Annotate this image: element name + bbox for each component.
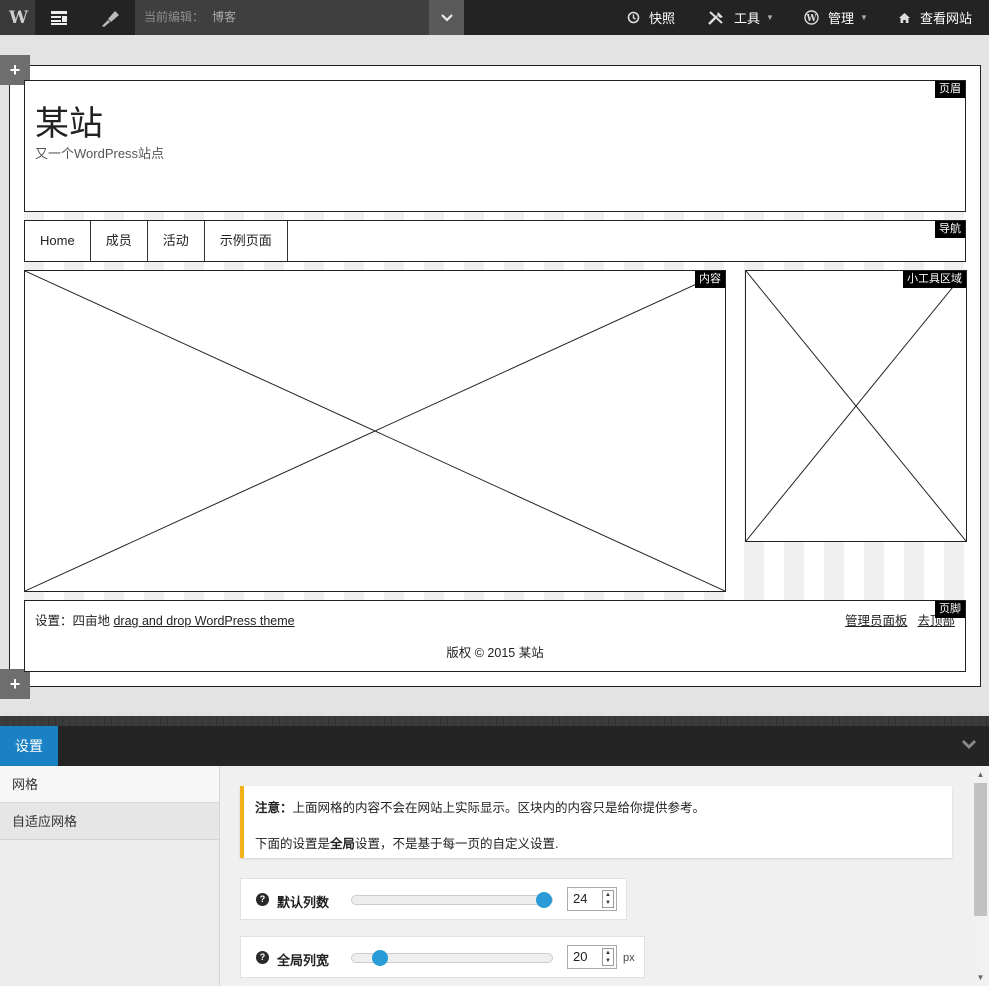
help-icon[interactable]: ? xyxy=(256,951,269,964)
nav-item-members[interactable]: 成员 xyxy=(91,221,148,261)
view-site-link[interactable]: 查看网站 xyxy=(898,0,972,35)
editing-value: 博客 xyxy=(212,10,237,24)
notice-bold-global: 全局 xyxy=(330,837,356,851)
add-wrapper-bottom-button[interactable]: + xyxy=(0,669,30,699)
widget-area-block-tag: 小工具区域 xyxy=(903,271,966,288)
snapshot-menu[interactable]: 快照 xyxy=(627,0,675,35)
svg-text:W: W xyxy=(805,14,817,24)
columns-number-input[interactable]: 24 ▲ ▼ xyxy=(567,887,617,911)
headway-logo-icon[interactable]: W xyxy=(0,0,35,35)
plus-icon: + xyxy=(9,60,21,80)
tools-menu[interactable]: 工具 ▼ xyxy=(707,0,774,35)
manage-menu[interactable]: W 管理 ▼ xyxy=(804,0,868,35)
current-editing-layout[interactable]: 当前编辑： 博客 xyxy=(135,0,429,35)
widget-area-block[interactable]: 小工具区域 xyxy=(745,270,967,542)
footer-block[interactable]: 设置：四亩地 drag and drop WordPress theme 管理员… xyxy=(24,600,966,672)
chevron-down-icon xyxy=(440,13,453,22)
top-toolbar: W 当前编辑： 博客 快照 工具 ▼ W 管理 ▼ 查看网站 xyxy=(0,0,989,35)
nav-item-sample-page[interactable]: 示例页面 xyxy=(205,221,288,261)
header-block[interactable]: 页眉 某站 又一个WordPress站点 xyxy=(24,80,966,212)
content-block[interactable]: 内容 xyxy=(24,270,726,592)
chevron-down-icon xyxy=(962,740,976,749)
slider-thumb[interactable] xyxy=(536,892,552,908)
number-spinner[interactable]: ▲ ▼ xyxy=(602,948,614,966)
scroll-up-arrow-icon[interactable]: ▲ xyxy=(972,766,989,783)
content-placeholder-cross xyxy=(25,271,725,591)
caret-down-icon: ▼ xyxy=(766,13,774,22)
column-width-slider[interactable] xyxy=(351,950,553,966)
panel-collapse-button[interactable] xyxy=(961,738,977,753)
notice-box: 注意：上面网格的内容不会在网站上实际显示。区块内的内容只是给你提供参考。 下面的… xyxy=(240,786,952,858)
unit-label: px xyxy=(623,952,635,964)
side-nav-item-responsive-grid[interactable]: 自适应网格 xyxy=(0,803,219,840)
view-site-label: 查看网站 xyxy=(920,11,973,26)
theme-link[interactable]: drag and drop WordPress theme xyxy=(113,614,294,628)
slider-thumb[interactable] xyxy=(372,950,388,966)
grid-layout-icon xyxy=(50,10,67,25)
snapshot-label: 快照 xyxy=(649,11,676,26)
help-icon[interactable]: ? xyxy=(256,893,269,906)
scroll-down-arrow-icon[interactable]: ▼ xyxy=(972,969,989,986)
setting-label: 默认列数 xyxy=(277,895,330,910)
notice-text-1: 上面网格的内容不会在网站上实际显示。区块内的内容只是给你提供参考。 xyxy=(292,801,706,815)
number-value: 20 xyxy=(573,949,588,964)
layout-selector-dropdown[interactable] xyxy=(429,0,464,35)
header-block-tag: 页眉 xyxy=(935,81,965,98)
site-title: 某站 xyxy=(35,104,103,144)
manage-label: 管理 xyxy=(828,11,855,26)
nav-item-events[interactable]: 活动 xyxy=(148,221,205,261)
side-nav-item-grid[interactable]: 网格 xyxy=(0,766,219,803)
navigation-block[interactable]: Home 成员 活动 示例页面 导航 xyxy=(24,220,966,262)
content-block-tag: 内容 xyxy=(695,271,725,288)
setting-column-width: ? 全局列宽 20 ▲ ▼ px xyxy=(240,936,645,978)
wordpress-icon: W xyxy=(804,10,819,25)
column-width-number-input[interactable]: 20 ▲ ▼ xyxy=(567,945,617,969)
plus-icon: + xyxy=(9,674,21,694)
tools-label: 工具 xyxy=(734,11,761,26)
setting-label: 全局列宽 xyxy=(277,953,330,968)
setting-default-columns: ? 默认列数 24 ▲ ▼ xyxy=(240,878,627,920)
tools-icon xyxy=(707,10,725,25)
history-icon xyxy=(627,11,640,24)
panel-body: 网格 自适应网格 注意：上面网格的内容不会在网站上实际显示。区块内的内容只是给你… xyxy=(0,766,989,986)
home-icon xyxy=(898,12,911,24)
columns-slider[interactable] xyxy=(351,892,553,908)
site-description: 又一个WordPress站点 xyxy=(35,146,165,161)
footer-copyright: 版权 © 2015 某站 xyxy=(446,646,544,660)
number-spinner[interactable]: ▲ ▼ xyxy=(602,890,614,908)
panel-header: 设置 xyxy=(0,726,989,766)
panel-scrollbar[interactable]: ▲ ▼ xyxy=(972,766,989,986)
nav-menu: Home 成员 活动 示例页面 xyxy=(25,221,288,261)
scrollbar-thumb[interactable] xyxy=(974,783,987,916)
footer-block-tag: 页脚 xyxy=(935,601,965,618)
notice-text-2b: 设置，不是基于每一页的自定义设置. xyxy=(355,837,559,851)
panel-resize-handle[interactable] xyxy=(0,716,989,726)
notice-bold-label: 注意： xyxy=(255,801,293,815)
design-mode-button[interactable] xyxy=(86,0,133,35)
editing-label: 当前编辑： xyxy=(144,10,205,24)
navigation-block-tag: 导航 xyxy=(935,221,965,238)
grid-canvas: + + 页眉 某站 又一个WordPress站点 Home 成员 活动 示例页面… xyxy=(0,55,989,705)
design-brush-icon xyxy=(101,10,119,27)
nav-item-home[interactable]: Home xyxy=(25,221,91,261)
tab-settings[interactable]: 设置 xyxy=(0,726,58,766)
grid-mode-button[interactable] xyxy=(35,0,82,35)
footer-settings-text: 设置：四亩地 xyxy=(35,614,114,628)
notice-text-2a: 下面的设置是 xyxy=(255,837,331,851)
footer-credit: 设置：四亩地 drag and drop WordPress theme xyxy=(35,610,295,629)
settings-side-nav: 网格 自适应网格 xyxy=(0,766,220,986)
caret-down-icon: ▼ xyxy=(860,13,868,22)
notice-line-2: 下面的设置是全局设置，不是基于每一页的自定义设置. xyxy=(255,833,559,852)
number-value: 24 xyxy=(573,891,588,906)
admin-panel-link[interactable]: 管理员面板 xyxy=(845,614,908,628)
widget-placeholder-cross xyxy=(746,271,966,541)
notice-line-1: 注意：上面网格的内容不会在网站上实际显示。区块内的内容只是给你提供参考。 xyxy=(255,797,705,816)
